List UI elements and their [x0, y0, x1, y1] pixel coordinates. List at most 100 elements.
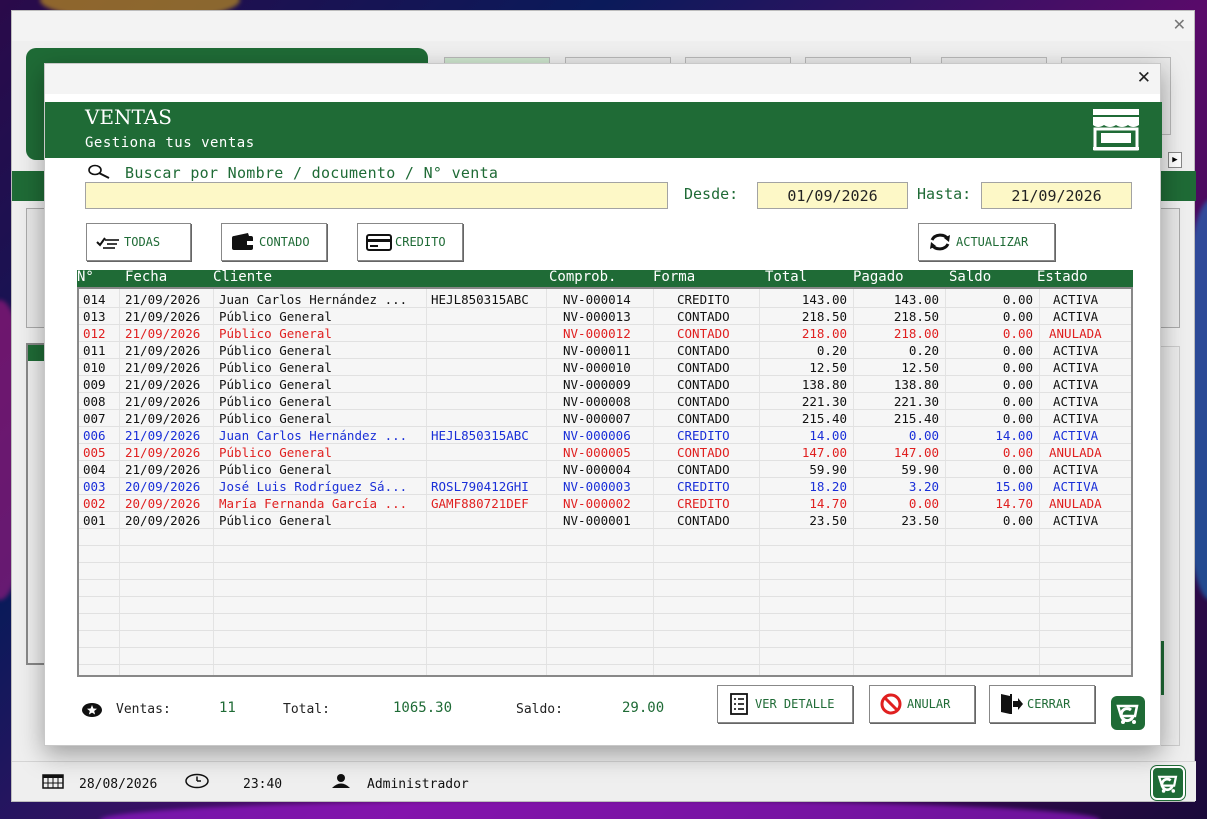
cell-fecha: 21/09/2026 — [125, 377, 201, 392]
cell-comprob: NV-000010 — [563, 360, 631, 375]
cancel-sale-button[interactable]: ANULAR — [869, 685, 975, 723]
cell-total: 59.90 — [809, 462, 847, 477]
cell-num: 004 — [83, 462, 106, 477]
cell-comprob: NV-000004 — [563, 462, 631, 477]
col-cliente[interactable]: Cliente — [213, 269, 272, 285]
view-detail-button[interactable]: VER DETALLE — [717, 685, 853, 723]
col-pagado[interactable]: Pagado — [853, 269, 904, 285]
table-row[interactable]: 006 21/09/2026 Juan Carlos Hernández ... HE… — [79, 427, 1131, 444]
cell-estado: ANULADA — [1049, 496, 1102, 511]
cell-comprob: NV-000003 — [563, 479, 631, 494]
to-date-field[interactable] — [981, 182, 1132, 209]
cell-cliente: Público General — [219, 377, 332, 392]
table-row[interactable]: 008 21/09/2026 Público General NV-000008 CON… — [79, 393, 1131, 410]
cell-comprob: NV-000007 — [563, 411, 631, 426]
table-row[interactable]: 002 20/09/2026 María Fernanda García ... GA… — [79, 495, 1131, 512]
cell-estado: ACTIVA — [1053, 309, 1099, 324]
cell-pagado: 218.00 — [893, 326, 939, 341]
refresh-button[interactable]: ACTUALIZAR — [918, 223, 1055, 261]
cell-total: 218.50 — [801, 309, 847, 324]
cell-cliente: Público General — [219, 326, 332, 341]
cell-num: 002 — [83, 496, 106, 511]
cell-total: 0.20 — [816, 343, 847, 358]
cell-fecha: 20/09/2026 — [125, 513, 201, 528]
exit-door-icon — [998, 693, 1024, 715]
dialog-close-icon[interactable]: ✕ — [1137, 68, 1151, 88]
status-time: 23:40 — [243, 777, 283, 792]
cell-fecha: 21/09/2026 — [125, 360, 201, 375]
cell-num: 007 — [83, 411, 106, 426]
list-check-icon — [95, 231, 121, 253]
col-num[interactable]: N° — [77, 269, 94, 285]
close-dialog-button[interactable]: CERRAR — [989, 685, 1095, 723]
cell-fecha: 21/09/2026 — [125, 428, 201, 443]
cell-saldo: 15.00 — [995, 479, 1033, 494]
main-titlebar: ✕ — [12, 11, 1194, 41]
col-fecha[interactable]: Fecha — [125, 269, 167, 285]
table-row[interactable]: 010 21/09/2026 Público General NV-000010 CON… — [79, 359, 1131, 376]
cell-num: 010 — [83, 360, 106, 375]
cell-num: 001 — [83, 513, 106, 528]
cell-total: 23.50 — [809, 513, 847, 528]
dialog-title: VENTAS — [85, 105, 172, 129]
filter-todas-button[interactable]: TODAS — [86, 223, 191, 261]
sales-table[interactable]: 014 21/09/2026 Juan Carlos Hernández ... HE… — [77, 287, 1133, 677]
saldo-label: Saldo: — [516, 702, 563, 717]
empty-table-row — [79, 648, 1131, 665]
col-comprob[interactable]: Comprob. — [549, 269, 616, 285]
table-row[interactable]: 013 21/09/2026 Público General NV-000013 CON… — [79, 308, 1131, 325]
cell-cliente: Juan Carlos Hernández ... — [219, 428, 408, 443]
cell-pagado: 0.00 — [908, 496, 939, 511]
cell-saldo: 0.00 — [1002, 292, 1033, 307]
cell-saldo: 0.00 — [1002, 411, 1033, 426]
star-badge-icon — [81, 702, 103, 718]
empty-table-row — [79, 631, 1131, 648]
cell-saldo: 0.00 — [1002, 462, 1033, 477]
cell-forma: CONTADO — [677, 360, 730, 375]
from-date-label: Desde: — [684, 185, 739, 203]
col-saldo[interactable]: Saldo — [949, 269, 991, 285]
col-total[interactable]: Total — [765, 269, 807, 285]
table-row[interactable]: 001 20/09/2026 Público General NV-000001 CON… — [79, 512, 1131, 529]
cell-cliente: José Luis Rodríguez Sá... — [219, 479, 408, 494]
table-row[interactable]: 004 21/09/2026 Público General NV-000004 CON… — [79, 461, 1131, 478]
cell-fecha: 20/09/2026 — [125, 479, 201, 494]
table-row[interactable]: 005 21/09/2026 Público General NV-000005 CON… — [79, 444, 1131, 461]
cell-estado: ACTIVA — [1053, 292, 1099, 307]
cell-total: 221.30 — [801, 394, 847, 409]
cell-fecha: 20/09/2026 — [125, 496, 201, 511]
cell-fecha: 21/09/2026 — [125, 343, 201, 358]
cell-forma: CONTADO — [677, 411, 730, 426]
table-row[interactable]: 011 21/09/2026 Público General NV-000011 CON… — [79, 342, 1131, 359]
app-logo-icon[interactable] — [1151, 766, 1185, 800]
empty-table-row — [79, 580, 1131, 597]
col-estado[interactable]: Estado — [1037, 269, 1088, 285]
filter-contado-button[interactable]: CONTADO — [221, 223, 327, 261]
cell-pagado: 0.20 — [908, 343, 939, 358]
cell-fecha: 21/09/2026 — [125, 326, 201, 341]
clock-icon — [184, 773, 210, 793]
table-row[interactable]: 003 20/09/2026 José Luis Rodríguez Sá... RO… — [79, 478, 1131, 495]
table-row[interactable]: 014 21/09/2026 Juan Carlos Hernández ... HE… — [79, 291, 1131, 308]
cell-saldo: 0.00 — [1002, 326, 1033, 341]
cell-cliente: Público General — [219, 309, 332, 324]
cell-saldo: 0.00 — [1002, 513, 1033, 528]
table-row[interactable]: 007 21/09/2026 Público General NV-000007 CON… — [79, 410, 1131, 427]
cell-estado: ACTIVA — [1053, 377, 1099, 392]
cell-pagado: 59.90 — [901, 462, 939, 477]
search-label: Buscar por Nombre / documento / N° venta — [125, 164, 499, 182]
table-row[interactable]: 009 21/09/2026 Público General NV-000009 CON… — [79, 376, 1131, 393]
table-row[interactable]: 012 21/09/2026 Público General NV-000012 CON… — [79, 325, 1131, 342]
empty-table-row — [79, 563, 1131, 580]
empty-table-row — [79, 597, 1131, 614]
filter-credito-button[interactable]: CREDITO — [357, 223, 463, 261]
cancel-sale-label: ANULAR — [907, 697, 951, 711]
cell-cliente: Juan Carlos Hernández ... — [219, 292, 408, 307]
scroll-right-icon[interactable]: ▶ — [1168, 152, 1182, 168]
cell-forma: CREDITO — [677, 428, 730, 443]
col-forma[interactable]: Forma — [653, 269, 695, 285]
refresh-icon — [927, 231, 953, 253]
search-input[interactable] — [85, 182, 668, 209]
main-close-icon[interactable]: ✕ — [1173, 15, 1186, 34]
from-date-field[interactable] — [757, 182, 908, 209]
